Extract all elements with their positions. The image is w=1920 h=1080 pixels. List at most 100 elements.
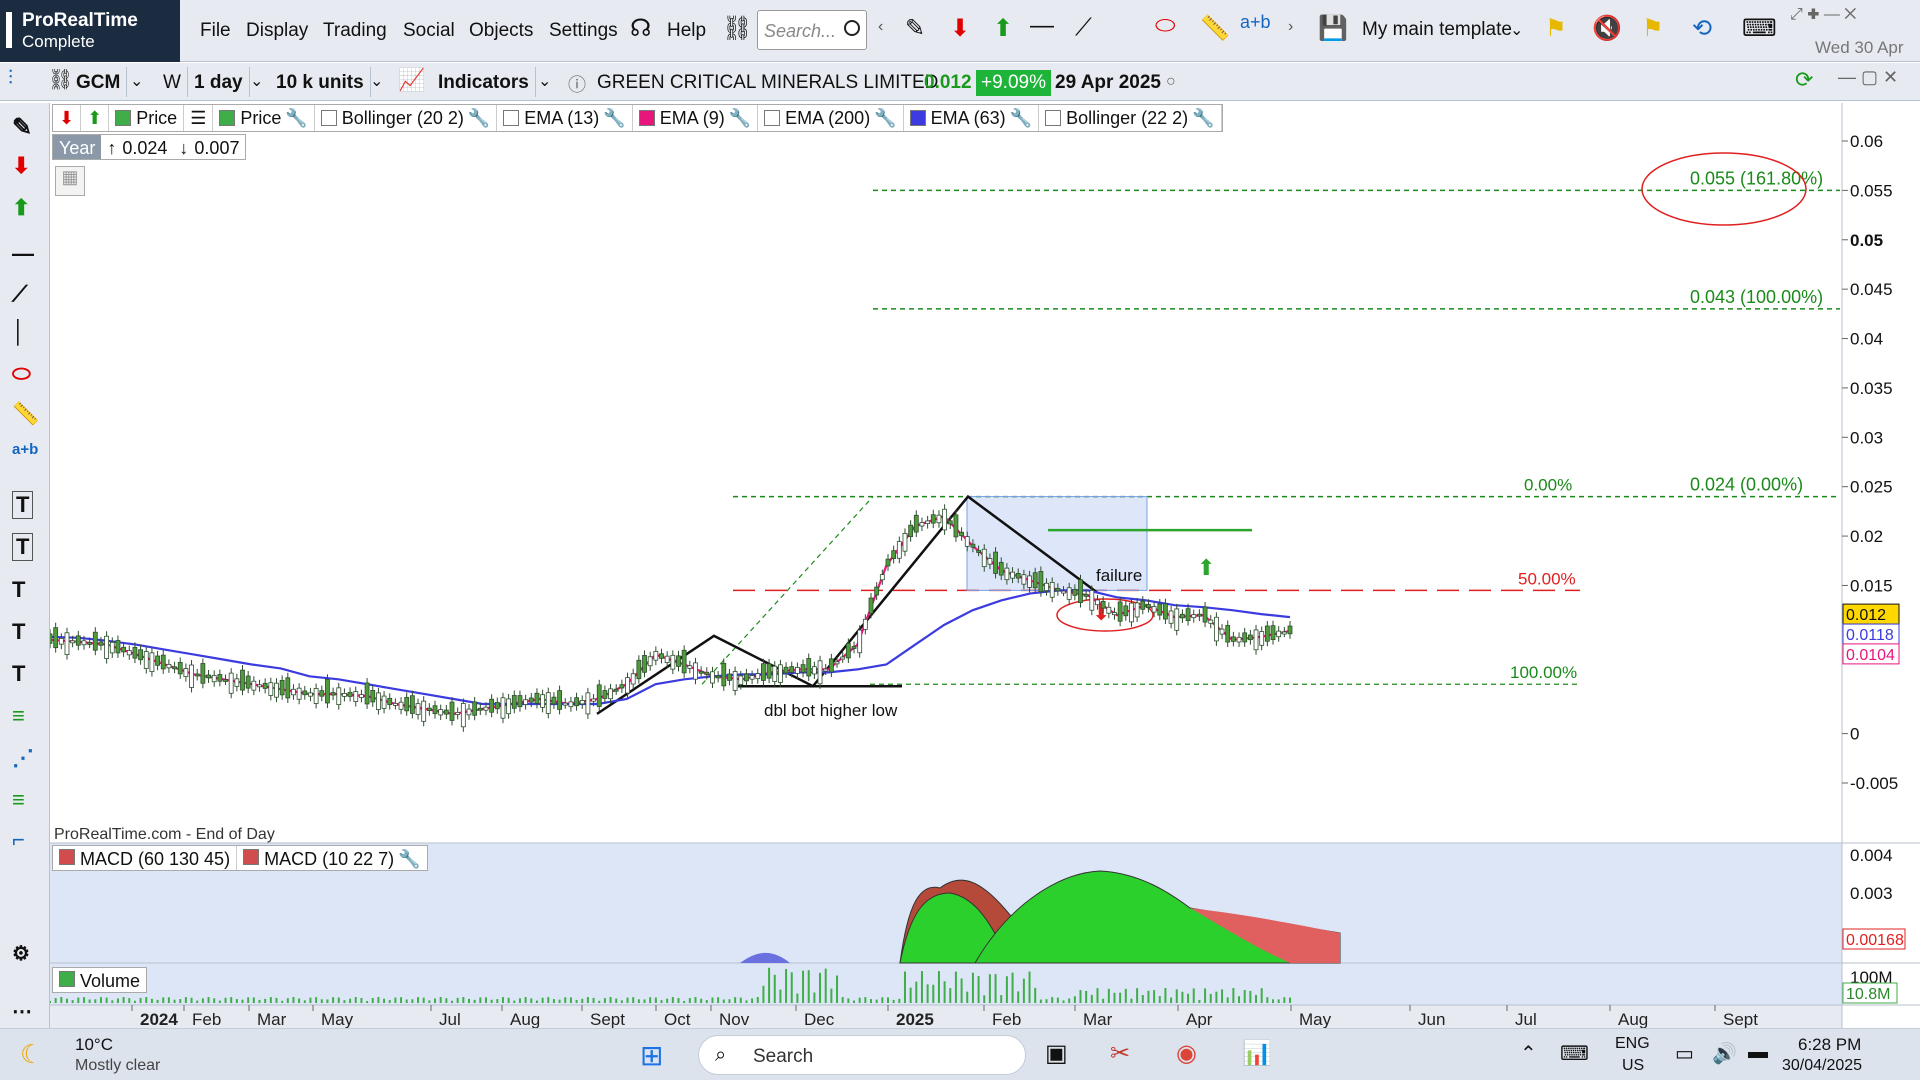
indicator-price-1[interactable]: Price (109, 105, 185, 131)
tray-chevron-icon[interactable]: ⌃ (1520, 1041, 1537, 1066)
macd-legend-1[interactable]: MACD (60 130 45) (53, 846, 238, 870)
sell-order-icon[interactable]: ⬇ (53, 105, 82, 131)
segment-tool-icon[interactable]: ⟋ (12, 281, 27, 307)
macd-legend-2[interactable]: MACD (10 22 7) 🔧 (237, 846, 426, 870)
sell-arrow-icon[interactable]: ⬇ (950, 14, 970, 43)
buy-arrow-icon[interactable]: ⬆ (993, 14, 1013, 43)
indicator-bollinger-20[interactable]: Bollinger (20 2) 🔧 (315, 105, 498, 131)
tray-keyboard-icon[interactable]: ⌨ (1560, 1041, 1589, 1066)
indicators-button[interactable]: Indicators (432, 67, 536, 97)
buy-marker-icon[interactable]: ⬆ (12, 195, 30, 221)
text-frame-tool-icon[interactable]: T (12, 533, 34, 561)
info-icon[interactable]: ⓘ (568, 71, 586, 97)
text-tool-icon[interactable]: T (12, 577, 25, 603)
wrench-icon[interactable]: 🔧 (285, 108, 307, 129)
wrench-icon[interactable]: 🔧 (729, 108, 751, 129)
headset-icon[interactable]: ☊ (630, 14, 651, 43)
wrench-icon[interactable]: 🔧 (603, 108, 625, 129)
region-label[interactable]: US (1622, 1057, 1644, 1075)
menu-display[interactable]: Display (246, 20, 308, 42)
wrench-icon[interactable]: 🔧 (1192, 108, 1214, 129)
text-bold-tool-icon[interactable]: T (12, 619, 25, 645)
indicators-icon[interactable]: 📈 (398, 67, 425, 93)
indicator-price-2[interactable]: Price 🔧 (213, 105, 315, 131)
sell-marker-icon[interactable]: ⬇ (12, 153, 30, 179)
window-controls-icon[interactable]: ⤢ ✚ — ✕ (1790, 6, 1857, 24)
ticker-selector[interactable]: GCM (70, 67, 128, 97)
chevron-left-icon[interactable]: ‹ (878, 18, 883, 36)
chevron-down-icon[interactable]: ⌄ (1510, 20, 1523, 40)
fib-extension-icon[interactable]: ⌐ (12, 827, 25, 853)
sync-icon[interactable]: ⟲ (1692, 14, 1712, 43)
chart-area[interactable]: 0.06 0.055 0.05 0.045 0.04 0.035 0.03 0.025 0.02… (47, 103, 1920, 1029)
ellipse-tool-icon[interactable]: ⬭ (1155, 12, 1176, 40)
app-logo[interactable]: ProRealTime Complete (0, 0, 180, 62)
timeframe-selector[interactable]: 1 day (188, 67, 250, 97)
calculator-icon[interactable]: ▦ (55, 166, 85, 196)
sound-off-icon[interactable]: 🔇 (1592, 14, 1622, 43)
ruler-icon[interactable]: 📏 (1200, 14, 1230, 43)
weather-icon[interactable]: ☾ (20, 1039, 43, 1070)
trendline-icon[interactable]: ⟋ (1075, 14, 1092, 42)
ruler-tool-icon[interactable]: 📏 (12, 401, 39, 427)
hline-tool-icon[interactable]: — (12, 241, 34, 267)
buy-order-icon[interactable]: ⬆ (81, 105, 110, 131)
indicator-ema-200[interactable]: EMA (200) 🔧 (758, 105, 904, 131)
price-chart[interactable]: 0.06 0.055 0.05 0.045 0.04 0.035 0.03 0.025 0.02… (47, 103, 1920, 1029)
abc-draw-icon[interactable]: a+b (12, 441, 38, 458)
windows-start-icon[interactable]: ⊞ (640, 1039, 663, 1072)
timeframe-dropdown-icon[interactable]: ⌄ (250, 71, 263, 91)
flag-icon[interactable]: ⚑ (1545, 14, 1567, 43)
pencil-icon[interactable]: ✎ (905, 14, 925, 43)
save-icon[interactable]: 💾 (1318, 14, 1348, 43)
menu-objects[interactable]: Objects (469, 20, 533, 42)
text-large-tool-icon[interactable]: T (12, 661, 25, 687)
object-list-icon[interactable]: ⚙ (12, 941, 30, 966)
indicator-ema-63[interactable]: EMA (63) 🔧 (904, 105, 1040, 131)
vline-tool-icon[interactable]: │ (12, 319, 26, 345)
menu-help[interactable]: Help (667, 20, 706, 42)
wrench-icon[interactable]: 🔧 (398, 849, 420, 869)
indicators-dropdown-icon[interactable]: ⌄ (538, 71, 551, 91)
keyboard-icon[interactable]: ⌨ (1742, 14, 1777, 43)
taskbar-search[interactable]: ⌕ Search (698, 1035, 1026, 1075)
period-code[interactable]: W (157, 67, 188, 97)
text-box-tool-icon[interactable]: T (12, 491, 34, 519)
fib-time-icon[interactable]: ≡ (12, 787, 25, 813)
wrench-icon[interactable]: 🔧 (874, 108, 896, 129)
language-label[interactable]: ENG (1615, 1035, 1650, 1053)
alerts-icon[interactable]: ⚑ (1642, 14, 1664, 43)
indicator-ema-9[interactable]: EMA (9) 🔧 (633, 105, 759, 131)
menu-trading[interactable]: Trading (323, 20, 387, 42)
template-selector[interactable]: My main template (1362, 19, 1512, 41)
horizontal-line-icon[interactable]: — (1030, 12, 1054, 40)
wrench-icon[interactable]: 🔧 (1010, 108, 1032, 129)
refresh-icon[interactable]: ⟳ (1795, 67, 1813, 93)
ellipse-draw-icon[interactable]: ⬭ (12, 361, 31, 387)
pane-window-controls-icon[interactable]: — ▢ ✕ (1838, 67, 1898, 88)
list-icon[interactable]: ☰ (184, 105, 214, 131)
snipping-tool-icon[interactable]: ✂ (1110, 1039, 1130, 1068)
units-selector[interactable]: 10 k units (270, 67, 371, 97)
fib-fan-icon[interactable]: ⋰ (12, 745, 34, 771)
task-view-icon[interactable]: ▣ (1045, 1039, 1068, 1068)
prorealtime-task-icon[interactable]: 📊 (1242, 1039, 1272, 1068)
chevron-right-icon[interactable]: › (1288, 18, 1293, 36)
chart-type-icon[interactable]: ⫶ (8, 67, 13, 90)
chrome-icon[interactable]: ◉ (1176, 1039, 1197, 1068)
ticker-dropdown-icon[interactable]: ⌄ (130, 71, 143, 91)
fib-retracement-icon[interactable]: ≡ (12, 703, 25, 729)
search-input[interactable]: Search... (757, 10, 867, 50)
wrench-icon[interactable]: 🔧 (468, 108, 490, 129)
menu-file[interactable]: File (200, 20, 231, 42)
battery-icon[interactable]: ▬ (1748, 1041, 1768, 1064)
menu-settings[interactable]: Settings (549, 20, 618, 42)
volume-icon[interactable]: 🔊 (1712, 1041, 1737, 1066)
abc-tool-icon[interactable]: a+b (1240, 12, 1271, 33)
link-icon[interactable]: ⛓ (722, 14, 752, 43)
more-tools-icon[interactable]: ⋯ (12, 999, 32, 1024)
units-dropdown-icon[interactable]: ⌄ (370, 71, 383, 91)
volume-legend[interactable]: Volume (52, 967, 148, 993)
indicator-ema-13[interactable]: EMA (13) 🔧 (497, 105, 633, 131)
network-icon[interactable]: ▭ (1675, 1041, 1694, 1066)
